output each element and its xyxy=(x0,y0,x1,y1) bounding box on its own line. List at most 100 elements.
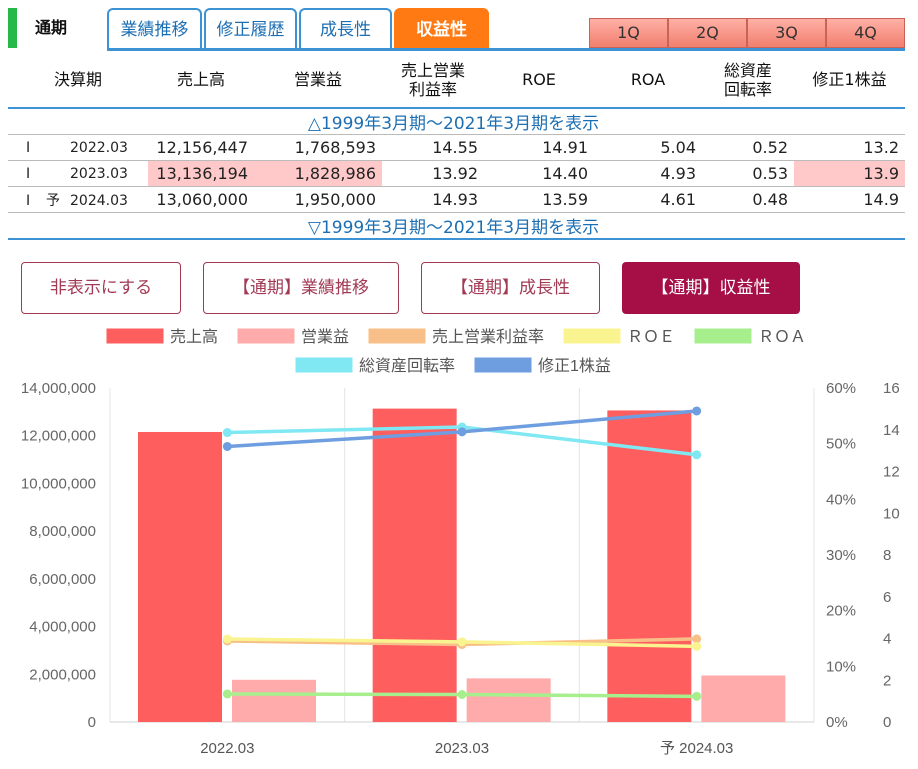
tab-revision-history[interactable]: 修正履歴 xyxy=(204,8,297,50)
x-axis-tick: 2023.03 xyxy=(435,740,489,757)
turnover-line-point xyxy=(692,450,702,460)
tab-growth[interactable]: 成長性 xyxy=(299,8,392,50)
period-value: 2023.03 xyxy=(70,165,128,182)
financial-table: 決算期 売上高 営業益 売上営業 利益率 ROE ROA 総資産 回転率 修正1… xyxy=(8,52,905,240)
pct-axis-tick: 30% xyxy=(826,547,856,564)
bar-sales xyxy=(138,431,222,722)
operating-profit-cell: 1,950,000 xyxy=(254,186,382,213)
col-operating-margin: 売上営業 利益率 xyxy=(400,60,465,99)
table-row: I 予 2024.03 13,060,000 1,950,000 14.93 13.59 4.… xyxy=(8,186,905,213)
quarter-3q-button[interactable]: 3Q xyxy=(747,18,826,48)
legend-label: 売上営業利益率 xyxy=(432,328,544,346)
sales-cell: 13,136,194 xyxy=(148,160,254,187)
legend-label: 売上高 xyxy=(170,328,218,346)
right-axis-tick: 8 xyxy=(883,547,891,564)
turnover-line-point xyxy=(222,428,232,438)
sales-cell: 12,156,447 xyxy=(148,134,254,161)
bar-operating-profit xyxy=(232,679,316,722)
operating-margin-cell: 13.92 xyxy=(382,160,484,187)
roe-cell: 14.40 xyxy=(484,160,594,187)
col-roe: ROE xyxy=(522,70,556,89)
period-cell: I 予 2024.03 xyxy=(8,186,148,213)
legend-swatch xyxy=(694,328,752,344)
eps-cell: 13.2 xyxy=(794,134,905,161)
eps-line-point xyxy=(457,427,467,437)
col-asset-turnover: 総資産 回転率 xyxy=(723,60,772,99)
tab-performance[interactable]: 業績推移 xyxy=(107,8,202,50)
pct-axis-tick: 60% xyxy=(826,380,856,397)
pct-axis-tick: 20% xyxy=(826,603,856,620)
col-eps: 修正1株益 xyxy=(812,70,887,89)
right-axis-tick: 14 xyxy=(883,422,900,439)
chart-profitability-button[interactable]: 【通期】収益性 xyxy=(622,262,800,314)
col-period: 決算期 xyxy=(53,70,102,89)
roa-line-point xyxy=(692,691,702,701)
tab-underline xyxy=(107,48,905,51)
left-axis-tick: 2,000,000 xyxy=(29,666,96,683)
asset-turnover-cell: 0.48 xyxy=(702,186,794,213)
left-axis-tick: 10,000,000 xyxy=(21,475,96,492)
roe-cell: 13.59 xyxy=(484,186,594,213)
col-sales: 売上高 xyxy=(176,70,225,89)
x-axis-tick: 2022.03 xyxy=(200,740,254,757)
right-axis-tick: 16 xyxy=(883,380,900,397)
legend-swatch xyxy=(237,328,295,344)
col-operating-profit: 営業益 xyxy=(293,70,342,89)
roa-line-point xyxy=(457,690,467,700)
left-axis-tick: 4,000,000 xyxy=(29,619,96,636)
legend-label: 修正1株益 xyxy=(538,357,611,375)
legend-label: 営業益 xyxy=(301,328,349,346)
chart-performance-button[interactable]: 【通期】業績推移 xyxy=(203,262,399,314)
toggle-history-top-label[interactable]: △1999年3月期～2021年3月期を表示 xyxy=(8,107,905,135)
table-header-row: 決算期 売上高 営業益 売上営業 利益率 ROE ROA 総資産 回転率 修正1… xyxy=(8,52,905,108)
legend-label: 総資産回転率 xyxy=(359,357,455,375)
row-flag: I xyxy=(26,139,31,156)
legend-swatch xyxy=(106,328,164,344)
roa-cell: 4.61 xyxy=(594,186,702,213)
sales-cell: 13,060,000 xyxy=(148,186,254,213)
left-axis-tick: 6,000,000 xyxy=(29,571,96,588)
period-label[interactable]: 通期 xyxy=(17,8,105,48)
period-cell: I 2022.03 xyxy=(8,134,148,161)
operating-margin-cell: 14.93 xyxy=(382,186,484,213)
table-row: I 2022.03 12,156,447 1,768,593 14.55 14.91 5.0… xyxy=(8,134,905,161)
period-value: 2024.03 xyxy=(70,192,128,209)
left-axis-tick: 14,000,000 xyxy=(21,380,96,397)
toggle-history-top[interactable]: △1999年3月期～2021年3月期を表示 xyxy=(8,107,905,135)
eps-line-point xyxy=(222,441,232,451)
hide-chart-button[interactable]: 非表示にする xyxy=(21,262,181,314)
left-axis-tick: 8,000,000 xyxy=(29,523,96,540)
x-axis-tick: 予 2024.03 xyxy=(660,740,733,757)
asset-turnover-cell: 0.52 xyxy=(702,134,794,161)
toggle-history-bottom[interactable]: ▽1999年3月期～2021年3月期を表示 xyxy=(8,212,905,240)
right-axis-tick: 10 xyxy=(883,505,900,522)
right-axis-tick: 12 xyxy=(883,464,900,481)
quarter-4q-button[interactable]: 4Q xyxy=(826,18,905,48)
roe-line-point xyxy=(222,634,232,644)
period-tab-bar: 通期 業績推移 修正履歴 成長性 収益性 1Q 2Q 3Q 4Q xyxy=(0,0,918,52)
forecast-mark: 予 xyxy=(46,192,60,209)
bar-sales xyxy=(372,408,457,722)
tab-profitability[interactable]: 収益性 xyxy=(394,8,489,50)
roe-line-point xyxy=(457,637,467,647)
legend-swatch xyxy=(563,328,621,344)
period-indicator xyxy=(8,8,17,48)
operating-margin-cell: 14.55 xyxy=(382,134,484,161)
period-value: 2022.03 xyxy=(70,139,128,156)
chart-growth-button[interactable]: 【通期】成長性 xyxy=(421,262,600,314)
profitability-chart: 売上高 営業益 売上営業利益率 ＲＯＥ ＲＯＡ 総資産回転率 修正1株益 0 2,000,000… xyxy=(21,328,900,757)
right-axis-tick: 2 xyxy=(883,672,891,689)
legend-label: ＲＯＥ xyxy=(627,329,675,346)
legend-label: ＲＯＡ xyxy=(758,329,806,346)
left-axis-tick: 12,000,000 xyxy=(21,428,96,445)
operating-profit-cell: 1,768,593 xyxy=(254,134,382,161)
quarter-1q-button[interactable]: 1Q xyxy=(589,18,668,48)
eps-line-point xyxy=(692,406,702,416)
roe-cell: 14.91 xyxy=(484,134,594,161)
asset-turnover-cell: 0.53 xyxy=(702,160,794,187)
toggle-history-bottom-label[interactable]: ▽1999年3月期～2021年3月期を表示 xyxy=(8,212,905,240)
right-axis-tick: 0 xyxy=(883,714,891,731)
legend-swatch xyxy=(368,328,426,344)
quarter-2q-button[interactable]: 2Q xyxy=(668,18,747,48)
legend-swatch xyxy=(474,357,532,373)
